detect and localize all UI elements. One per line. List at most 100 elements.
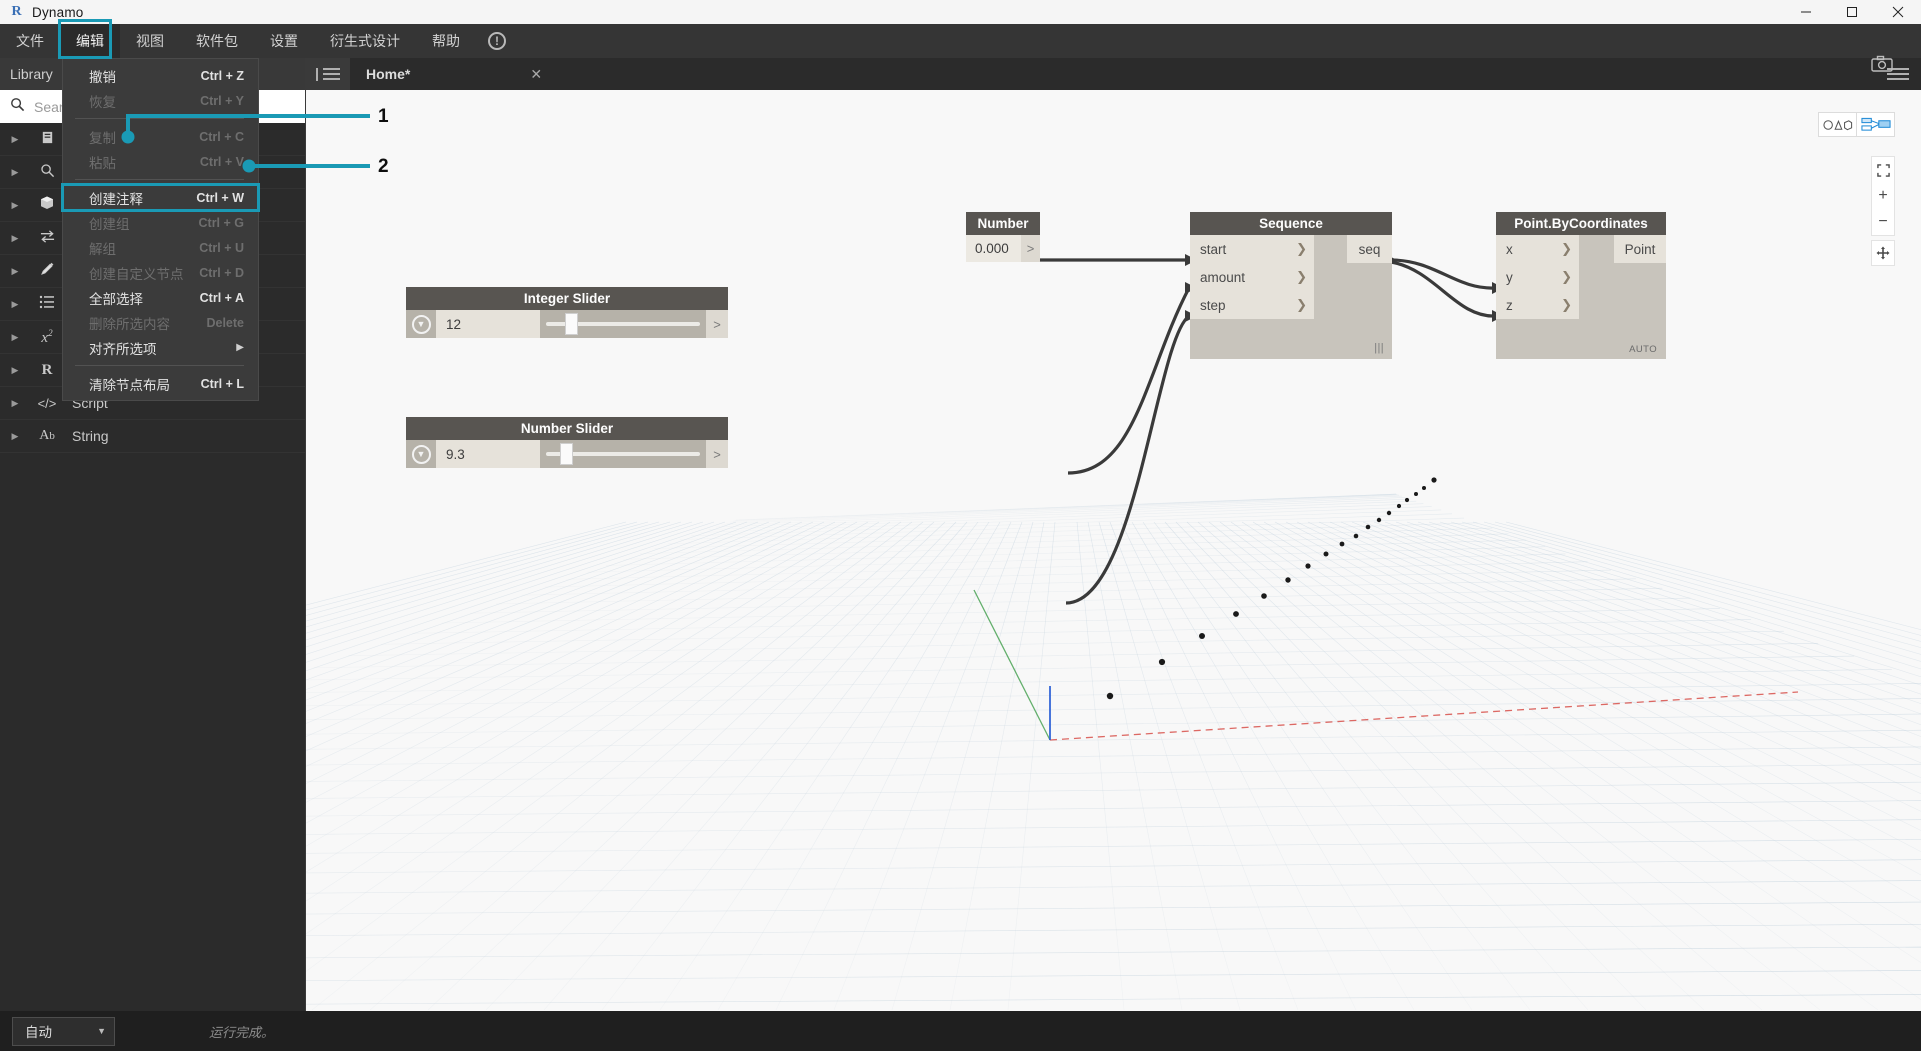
node-title: Number Slider bbox=[406, 417, 728, 440]
chevron-right-icon[interactable]: ▶ bbox=[0, 431, 30, 442]
hamburger-icon[interactable] bbox=[323, 68, 340, 80]
chevron-right-icon[interactable]: ▶ bbox=[0, 233, 30, 244]
slider-track[interactable] bbox=[540, 440, 706, 468]
chevron-right-icon[interactable]: ▶ bbox=[0, 167, 30, 178]
menu-item-delete-selection[interactable]: 删除所选内容 Delete bbox=[63, 310, 258, 335]
node-body[interactable]: 0.000 > bbox=[966, 235, 1040, 262]
input-port-start[interactable]: start ❯ bbox=[1190, 235, 1314, 263]
ab-icon: Ab bbox=[30, 428, 64, 444]
input-port-y[interactable]: y ❯ bbox=[1496, 263, 1579, 291]
chevron-right-icon[interactable]: ▶ bbox=[0, 134, 30, 145]
node-body[interactable]: ▼ 9.3 > bbox=[406, 440, 728, 468]
point-bycoordinates-node[interactable]: Point.ByCoordinates x ❯ Point y ❯ bbox=[1496, 212, 1666, 359]
menu-item-redo[interactable]: 恢复 Ctrl + Y bbox=[63, 88, 258, 113]
port-row: step ❯ bbox=[1190, 291, 1392, 319]
output-port-point[interactable]: Point bbox=[1614, 235, 1666, 263]
menu-item-create-group[interactable]: 创建组 Ctrl + G bbox=[63, 210, 258, 235]
run-mode-select[interactable]: 自动 ▼ bbox=[12, 1017, 115, 1046]
output-port-seq[interactable]: seq bbox=[1347, 235, 1392, 263]
sidebar-item-string[interactable]: ▶ Ab String bbox=[0, 420, 305, 453]
menu-item-cleanup-node-layout[interactable]: 清除节点布局 Ctrl + L bbox=[63, 371, 258, 396]
zoom-in-button[interactable]: + bbox=[1872, 183, 1894, 209]
slider-value-input[interactable]: 9.3 bbox=[436, 440, 540, 468]
input-port-x[interactable]: x ❯ bbox=[1496, 235, 1579, 263]
menu-item-shortcut: Ctrl + Y bbox=[200, 94, 244, 108]
chevron-down-icon[interactable]: ▼ bbox=[97, 1026, 106, 1036]
node-gap bbox=[1579, 235, 1614, 263]
graph-view-icon[interactable] bbox=[1857, 113, 1894, 136]
menu-item-paste[interactable]: 粘贴 Ctrl + V bbox=[63, 149, 258, 174]
minimize-button[interactable] bbox=[1783, 0, 1829, 24]
node-wires bbox=[306, 90, 1921, 1011]
slider-thumb[interactable] bbox=[565, 313, 578, 335]
chevron-down-icon[interactable]: ▼ bbox=[412, 445, 431, 464]
number-value-input[interactable]: 0.000 bbox=[966, 235, 1021, 262]
input-port-z[interactable]: z ❯ bbox=[1496, 291, 1579, 319]
menu-item-create-note[interactable]: 创建注释 Ctrl + W bbox=[63, 185, 258, 210]
menu-item-align-selection[interactable]: 对齐所选项 ▶ bbox=[63, 335, 258, 360]
chevron-right-icon[interactable]: ▶ bbox=[0, 398, 30, 409]
geometry-preview-icon[interactable] bbox=[1819, 113, 1856, 136]
zoom-fit-icon[interactable] bbox=[1872, 157, 1894, 183]
number-slider-node[interactable]: Number Slider ▼ 9.3 > bbox=[406, 417, 728, 468]
menu-help[interactable]: 帮助 bbox=[416, 24, 476, 58]
menu-item-ungroup[interactable]: 解组 Ctrl + U bbox=[63, 235, 258, 260]
slider-track[interactable] bbox=[540, 310, 706, 338]
chevron-right-icon[interactable]: ▶ bbox=[0, 332, 30, 343]
menu-packages[interactable]: 软件包 bbox=[180, 24, 254, 58]
expand-toggle[interactable]: ▼ bbox=[406, 440, 436, 468]
camera-icon[interactable] bbox=[1871, 55, 1893, 77]
node-body[interactable]: start ❯ seq amount ❯ step bbox=[1190, 235, 1392, 359]
menu-item-select-all[interactable]: 全部选择 Ctrl + A bbox=[63, 285, 258, 310]
integer-slider-node[interactable]: Integer Slider ▼ 12 > bbox=[406, 287, 728, 338]
chevron-right-icon[interactable]: ▶ bbox=[0, 200, 30, 211]
output-port-icon[interactable]: > bbox=[706, 310, 728, 338]
menu-item-label: 撤销 bbox=[89, 66, 201, 86]
close-icon[interactable]: ✕ bbox=[530, 66, 542, 83]
number-node[interactable]: Number 0.000 > bbox=[966, 212, 1040, 262]
port-row: amount ❯ bbox=[1190, 263, 1392, 291]
slider-value-input[interactable]: 12 bbox=[436, 310, 540, 338]
output-port-label: seq bbox=[1359, 242, 1381, 257]
chevron-right-icon[interactable]: ▶ bbox=[0, 299, 30, 310]
maximize-button[interactable] bbox=[1829, 0, 1875, 24]
input-port-label: amount bbox=[1200, 270, 1245, 285]
graph-canvas[interactable]: Number 0.000 > Sequence start ❯ seq bbox=[306, 90, 1921, 1011]
chevron-down-icon[interactable]: ▼ bbox=[412, 315, 431, 334]
tab-home[interactable]: Home* ✕ bbox=[350, 58, 556, 90]
menu-item-undo[interactable]: 撤销 Ctrl + Z bbox=[63, 63, 258, 88]
menu-item-label: 恢复 bbox=[89, 91, 200, 111]
menu-item-shortcut: Ctrl + G bbox=[199, 216, 245, 230]
menu-settings[interactable]: 设置 bbox=[254, 24, 314, 58]
expand-toggle[interactable]: ▼ bbox=[406, 310, 436, 338]
input-port-label: start bbox=[1200, 242, 1226, 257]
alert-icon[interactable]: ! bbox=[488, 32, 506, 50]
menu-view[interactable]: 视图 bbox=[120, 24, 180, 58]
node-footer: AUTO bbox=[1629, 342, 1663, 358]
zoom-out-button[interactable]: − bbox=[1872, 209, 1894, 235]
menu-item-label: 创建组 bbox=[89, 213, 199, 233]
input-port-amount[interactable]: amount ❯ bbox=[1190, 263, 1314, 291]
viewport-view-toggle[interactable] bbox=[1818, 112, 1895, 137]
node-body[interactable]: ▼ 12 > bbox=[406, 310, 728, 338]
sequence-node[interactable]: Sequence start ❯ seq amount ❯ bbox=[1190, 212, 1392, 359]
output-port-icon[interactable]: > bbox=[1021, 235, 1040, 262]
menu-item-label: 删除所选内容 bbox=[89, 313, 206, 333]
menu-bar: 文件 编辑 视图 软件包 设置 衍生式设计 帮助 ! bbox=[0, 24, 1921, 58]
workspace-tools-toggle[interactable] bbox=[306, 58, 350, 90]
chevron-right-icon[interactable]: ▶ bbox=[0, 266, 30, 277]
output-port-icon[interactable]: > bbox=[706, 440, 728, 468]
node-body[interactable]: x ❯ Point y ❯ z bbox=[1496, 235, 1666, 359]
pan-tool-button[interactable] bbox=[1871, 240, 1895, 266]
edit-dropdown-menu[interactable]: 撤销 Ctrl + Z 恢复 Ctrl + Y 复制 Ctrl + C 粘贴 C… bbox=[62, 58, 259, 401]
tab-home-label: Home* bbox=[366, 66, 410, 82]
menu-item-copy[interactable]: 复制 Ctrl + C bbox=[63, 124, 258, 149]
menu-file[interactable]: 文件 bbox=[0, 24, 60, 58]
viewport-zoom-controls[interactable]: + − bbox=[1871, 156, 1895, 236]
slider-thumb[interactable] bbox=[560, 443, 573, 465]
close-button[interactable] bbox=[1875, 0, 1921, 24]
chevron-right-icon[interactable]: ▶ bbox=[0, 365, 30, 376]
menu-item-create-custom-node[interactable]: 创建自定义节点 Ctrl + D bbox=[63, 260, 258, 285]
menu-generative-design[interactable]: 衍生式设计 bbox=[314, 24, 416, 58]
input-port-step[interactable]: step ❯ bbox=[1190, 291, 1314, 319]
